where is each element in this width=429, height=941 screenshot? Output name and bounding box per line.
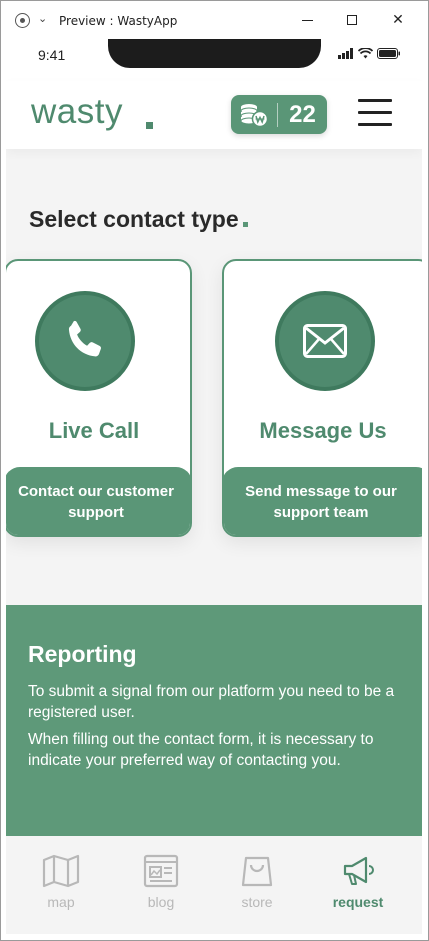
envelope-icon [303, 324, 347, 358]
tab-map[interactable]: map [21, 854, 101, 910]
app-logo[interactable]: wasty [31, 92, 123, 132]
bottom-tab-bar: map blog store request [6, 836, 422, 934]
coins-icon [231, 95, 277, 134]
live-call-title: Live Call [48, 418, 140, 443]
tab-request-label: request [332, 894, 384, 910]
tab-map-label: map [47, 894, 75, 910]
shopping-bag-icon [241, 856, 273, 887]
phone-icon-circle [35, 291, 135, 391]
menu-line-icon [358, 99, 392, 102]
window-titlebar: ⌄ Preview : WastyApp ✕ [1, 1, 428, 39]
app-window: ⌄ Preview : WastyApp ✕ 9:41 wasty 22 Sel… [0, 0, 429, 941]
tab-store[interactable]: store [217, 854, 297, 910]
status-icons [338, 48, 401, 59]
tab-blog-label: blog [147, 894, 175, 910]
tab-store-label: store [241, 894, 273, 910]
app-header: wasty 22 [6, 81, 422, 149]
window-title: Preview : WastyApp [59, 14, 178, 28]
status-bar: 9:41 [6, 39, 422, 81]
map-icon [42, 854, 80, 888]
record-icon[interactable] [15, 13, 30, 28]
message-us-title: Message Us [259, 418, 387, 443]
wifi-icon [358, 48, 373, 59]
title-dot [242, 222, 248, 227]
live-call-description: Contact our customer support [6, 467, 190, 535]
reporting-title: Reporting [28, 641, 137, 667]
status-time: 9:41 [38, 47, 66, 63]
logo-dot [146, 122, 153, 129]
hamburger-menu-button[interactable] [358, 99, 392, 129]
reporting-paragraph: To submit a signal from our platform you… [28, 683, 395, 721]
page-title: Select contact type [29, 206, 248, 233]
signal-icon [338, 48, 353, 59]
tab-request[interactable]: request [318, 854, 398, 910]
live-call-card[interactable]: Live Call Contact our customer support [6, 259, 192, 537]
message-us-description: Send message to our support team [224, 467, 422, 535]
menu-line-icon [358, 111, 392, 114]
blog-icon [143, 854, 179, 888]
maximize-button[interactable] [337, 7, 367, 33]
envelope-icon-circle [275, 291, 375, 391]
minimize-button[interactable] [292, 7, 322, 33]
phone-viewport: 9:41 wasty 22 Select contact type Live C… [6, 39, 422, 934]
coins-badge[interactable]: 22 [231, 95, 327, 134]
page-title-text: Select contact type [29, 206, 239, 232]
coins-count: 22 [289, 100, 316, 128]
phone-icon [68, 320, 101, 357]
reporting-section: Reporting To submit a signal from our pl… [6, 605, 422, 837]
battery-icon [377, 48, 400, 59]
tab-blog[interactable]: blog [121, 854, 201, 910]
menu-line-icon [358, 123, 392, 126]
message-us-card[interactable]: Message Us Send message to our support t… [222, 259, 422, 537]
megaphone-icon [343, 856, 374, 885]
notch [108, 39, 321, 68]
close-button[interactable]: ✕ [383, 7, 413, 33]
chevron-down-icon[interactable]: ⌄ [38, 12, 47, 25]
reporting-paragraph: When filling out the contact form, it is… [28, 731, 374, 769]
